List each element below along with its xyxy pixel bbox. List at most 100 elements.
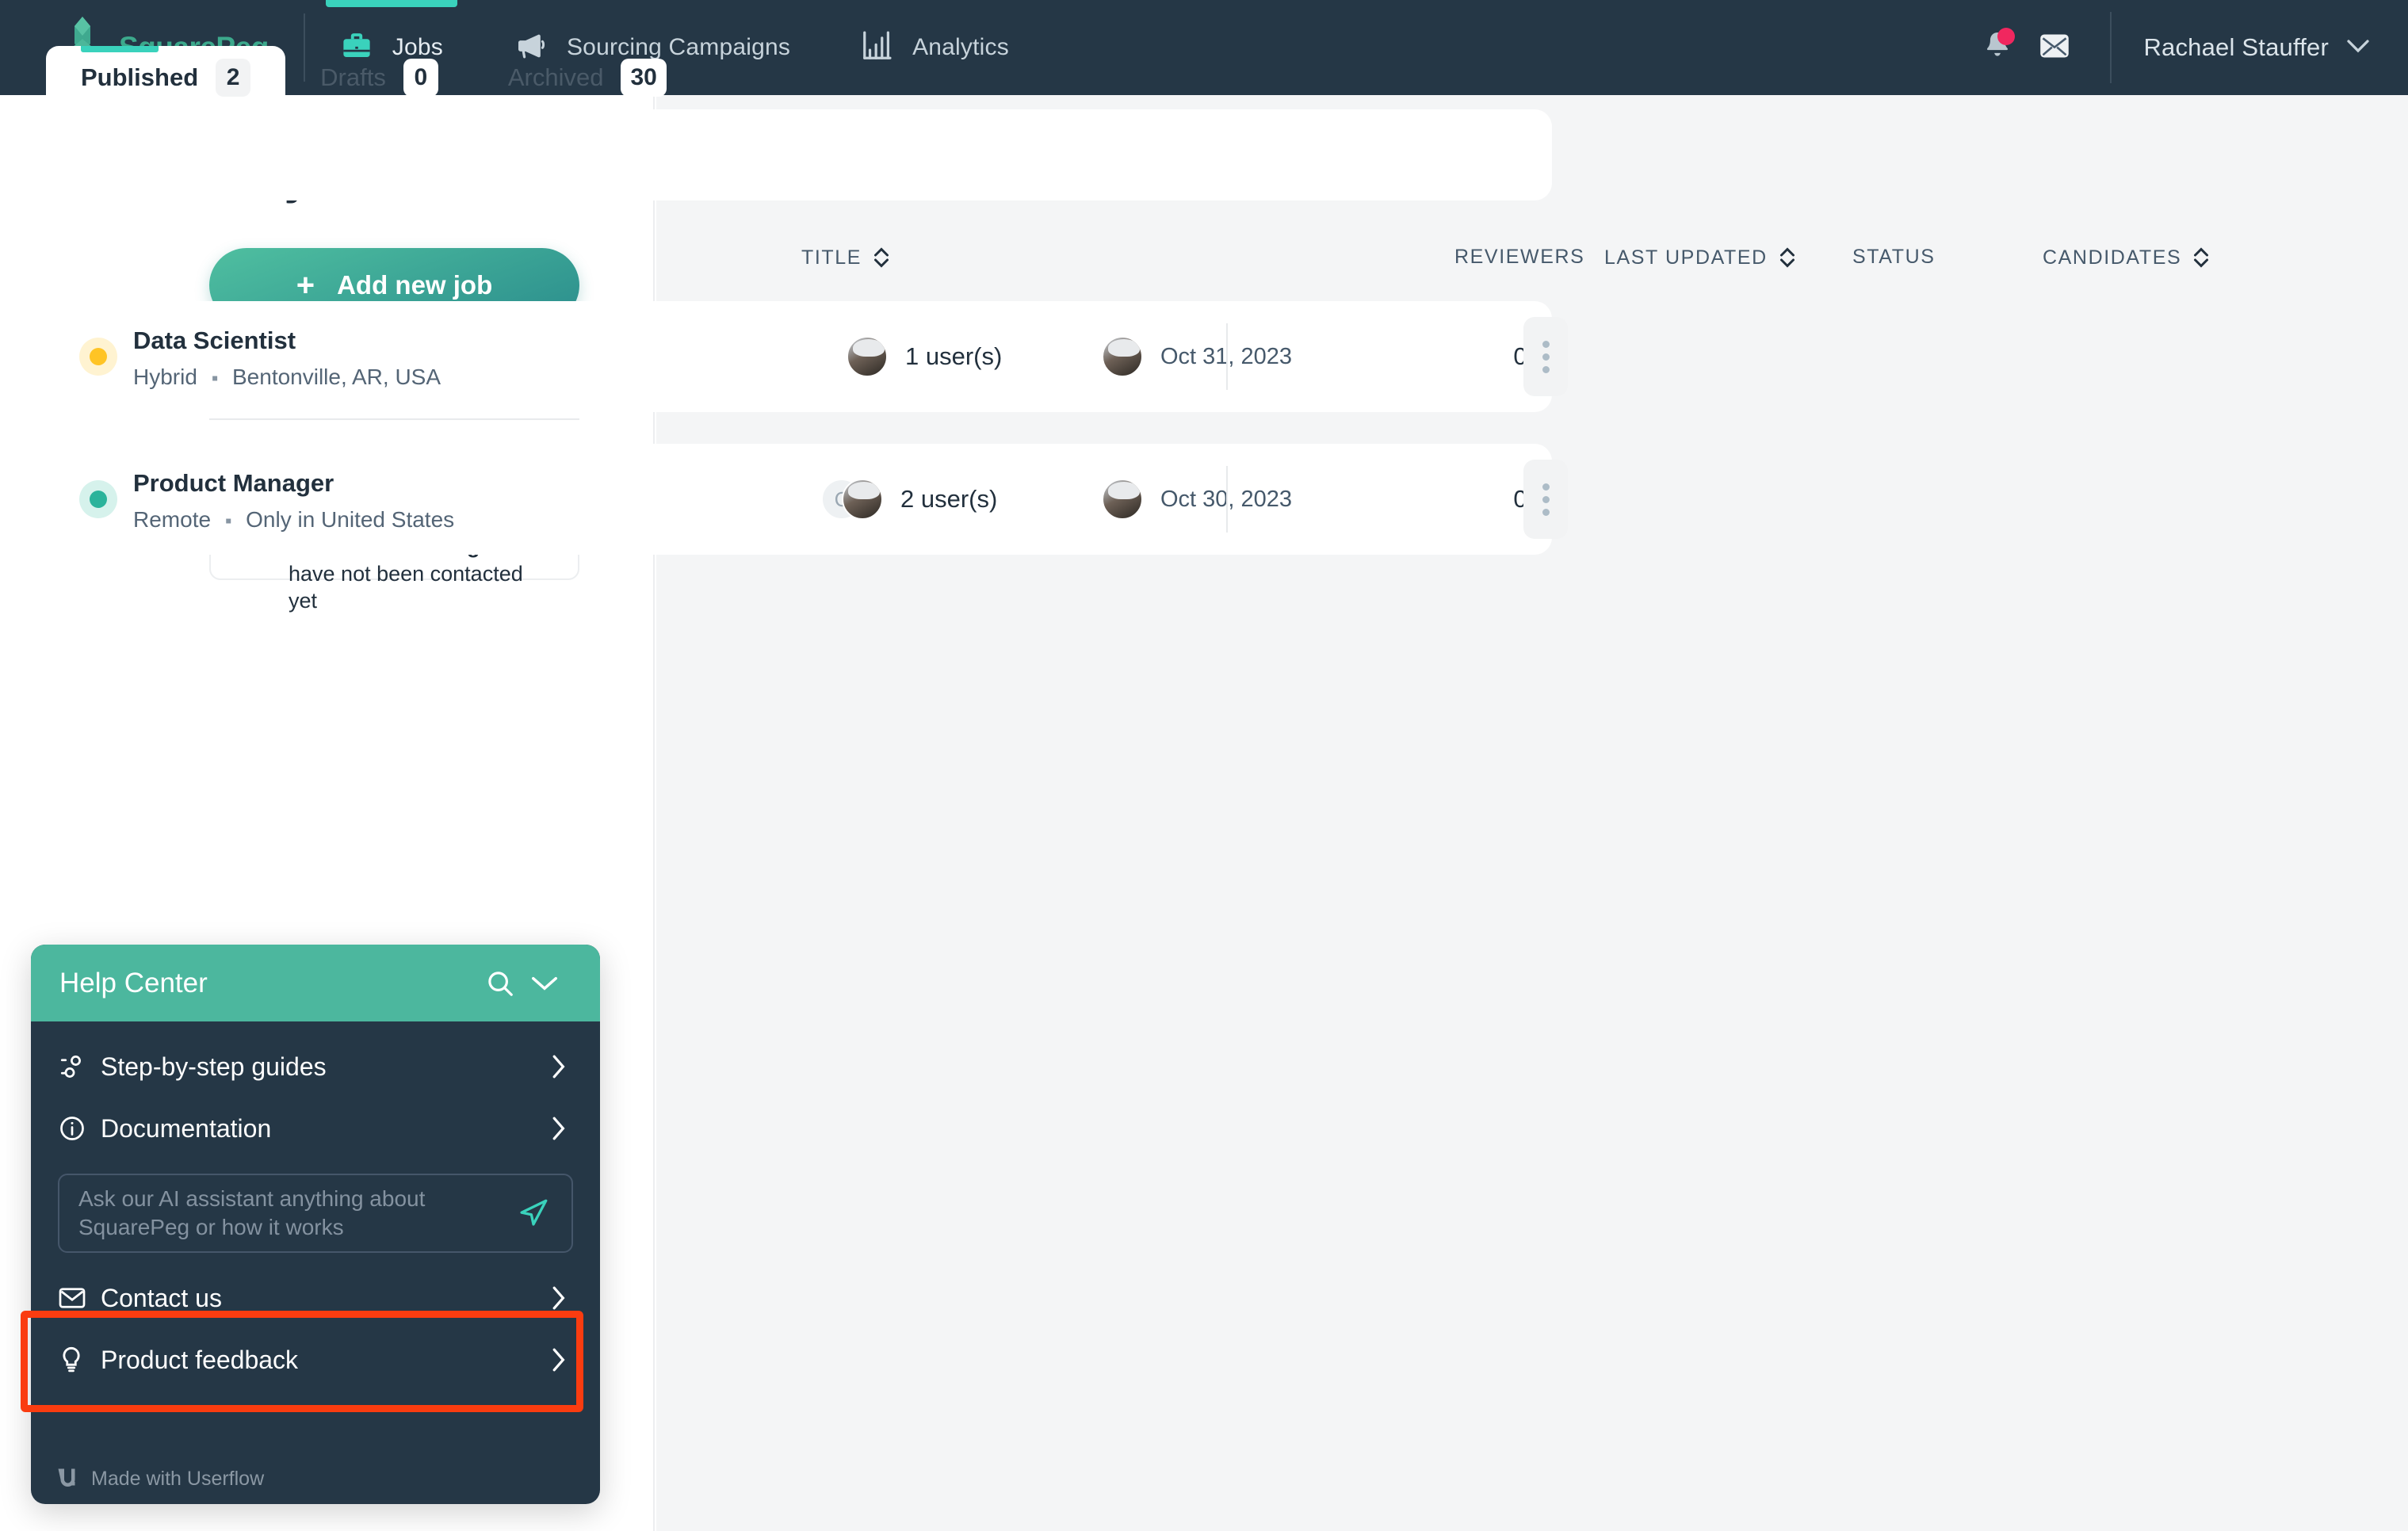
nav-right-group: Rachael Stauffer bbox=[1969, 0, 2408, 95]
table-row[interactable]: Data Scientist Hybrid ▪ Bentonville, AR,… bbox=[46, 301, 1568, 412]
chevron-down-icon[interactable] bbox=[522, 961, 567, 1006]
job-title: Product Manager bbox=[133, 469, 334, 497]
tab-archived[interactable]: Archived 30 bbox=[473, 46, 701, 109]
userflow-logo-icon bbox=[55, 1465, 78, 1493]
separator-dot: ▪ bbox=[224, 510, 232, 532]
column-header-reviewers: REVIEWERS bbox=[1454, 246, 1584, 269]
help-center-item-label: Documentation bbox=[101, 1113, 272, 1143]
more-vertical-icon[interactable] bbox=[1523, 317, 1568, 396]
tab-count-badge: 0 bbox=[403, 59, 438, 97]
column-header-label: STATUS bbox=[1852, 246, 1936, 268]
column-header-label: CANDIDATES bbox=[2043, 246, 2182, 269]
tab-label: Drafts bbox=[320, 63, 386, 91]
chevron-right-icon bbox=[546, 1285, 570, 1311]
tab-label: Archived bbox=[507, 63, 604, 91]
column-header-label: REVIEWERS bbox=[1454, 246, 1585, 268]
job-location: Bentonville, AR, USA bbox=[232, 365, 441, 389]
job-subtitle: Remote ▪ Only in United States bbox=[133, 507, 454, 533]
info-circle-icon bbox=[58, 1114, 96, 1143]
job-status-indicator bbox=[79, 338, 117, 376]
reviewers-cell: 1 user(s) bbox=[847, 336, 1002, 377]
chevron-right-icon bbox=[546, 1116, 570, 1141]
table-header-card bbox=[46, 109, 1552, 200]
help-center-footer: Made with Userflow bbox=[31, 1453, 600, 1504]
job-work-mode: Hybrid bbox=[133, 365, 197, 389]
tab-label: Published bbox=[81, 63, 199, 91]
help-center-body: Step-by-step guides Documentation Ask ou… bbox=[31, 1021, 600, 1391]
ai-assistant-placeholder: Ask our AI assistant anything about Squa… bbox=[78, 1186, 426, 1239]
required-action-suffix: have not been contacted yet bbox=[289, 561, 523, 613]
more-vertical-icon[interactable] bbox=[1523, 460, 1568, 539]
user-name: Rachael Stauffer bbox=[2143, 33, 2329, 61]
chevron-right-icon bbox=[546, 1054, 570, 1079]
avatar bbox=[1102, 479, 1143, 520]
envelope-icon bbox=[2038, 32, 2071, 64]
status-dot bbox=[90, 348, 107, 365]
help-center-item-contact-us[interactable]: Contact us bbox=[31, 1267, 600, 1329]
reviewers-count: 1 user(s) bbox=[905, 342, 1003, 370]
job-title: Data Scientist bbox=[133, 326, 296, 354]
send-paper-plane-icon[interactable] bbox=[513, 1197, 554, 1230]
chevron-down-icon bbox=[2346, 39, 2370, 57]
ai-assistant-input[interactable]: Ask our AI assistant anything about Squa… bbox=[58, 1174, 573, 1253]
plus-icon: + bbox=[296, 268, 315, 303]
help-center-header: Help Center bbox=[31, 945, 600, 1021]
sort-updown-icon bbox=[1779, 246, 1796, 269]
required-actions-divider bbox=[209, 418, 579, 420]
add-new-job-label: Add new job bbox=[337, 270, 493, 300]
column-header-candidates[interactable]: CANDIDATES bbox=[2043, 246, 2210, 269]
cell-divider bbox=[1226, 323, 1228, 390]
tab-drafts[interactable]: Drafts 0 bbox=[285, 46, 473, 109]
tab-count-badge: 2 bbox=[216, 59, 251, 97]
help-center-item-step-by-step-guides[interactable]: Step-by-step guides bbox=[31, 1036, 600, 1098]
nav-right-divider bbox=[2110, 12, 2112, 83]
column-header-status: STATUS bbox=[1852, 246, 1936, 269]
last-updated-cell: Oct 30, 2023 bbox=[1102, 479, 1292, 520]
job-location: Only in United States bbox=[246, 507, 455, 532]
job-subtitle: Hybrid ▪ Bentonville, AR, USA bbox=[133, 365, 441, 390]
column-header-title[interactable]: TITLE bbox=[801, 246, 890, 269]
sort-updown-icon bbox=[873, 246, 890, 269]
last-updated-cell: Oct 31, 2023 bbox=[1102, 336, 1292, 377]
nav-item-label: Analytics bbox=[912, 34, 1009, 60]
column-header-label: TITLE bbox=[801, 246, 862, 269]
help-center-item-documentation[interactable]: Documentation bbox=[31, 1098, 600, 1159]
help-center-widget: Help Center Step-by-step guides Document… bbox=[31, 945, 600, 1504]
table-row[interactable]: Product Manager Remote ▪ Only in United … bbox=[46, 444, 1568, 555]
jobs-tabs: Published 2 Drafts 0 Archived 30 bbox=[46, 46, 701, 109]
chevron-right-icon bbox=[546, 1347, 570, 1373]
avatar-stack: C bbox=[821, 479, 883, 520]
app-root: SquarePeg Jobs bbox=[0, 0, 2408, 1531]
notifications-button[interactable] bbox=[1969, 19, 2026, 76]
lightbulb-icon bbox=[58, 1345, 96, 1375]
cell-divider bbox=[1226, 466, 1228, 533]
status-dot bbox=[90, 491, 107, 508]
bar-chart-icon bbox=[860, 29, 893, 67]
tab-count-badge: 30 bbox=[621, 59, 667, 97]
user-menu[interactable]: Rachael Stauffer bbox=[2143, 33, 2370, 62]
nav-item-analytics[interactable]: Analytics bbox=[825, 0, 1044, 95]
search-icon[interactable] bbox=[478, 961, 522, 1006]
reviewers-cell: C 2 user(s) bbox=[821, 479, 997, 520]
guides-icon bbox=[58, 1052, 96, 1081]
avatar bbox=[847, 336, 888, 377]
avatar-stack bbox=[847, 336, 888, 377]
column-header-label: LAST UPDATED bbox=[1604, 246, 1768, 269]
tab-published[interactable]: Published 2 bbox=[46, 46, 286, 109]
help-center-item-label: Step-by-step guides bbox=[101, 1052, 327, 1081]
job-work-mode: Remote bbox=[133, 507, 212, 532]
help-center-title: Help Center bbox=[59, 967, 208, 998]
sort-updown-icon bbox=[2192, 246, 2210, 269]
help-center-footer-label: Made with Userflow bbox=[91, 1467, 265, 1490]
avatar bbox=[842, 479, 883, 520]
separator-dot: ▪ bbox=[211, 368, 219, 389]
help-center-item-label: Contact us bbox=[101, 1283, 222, 1312]
messages-button[interactable] bbox=[2026, 19, 2083, 76]
job-status-indicator bbox=[79, 480, 117, 518]
help-center-item-product-feedback[interactable]: Product feedback bbox=[31, 1329, 600, 1391]
avatar bbox=[1102, 336, 1143, 377]
reviewers-count: 2 user(s) bbox=[900, 485, 998, 513]
envelope-icon bbox=[58, 1286, 96, 1310]
help-center-item-label: Product feedback bbox=[101, 1345, 299, 1374]
column-header-last-updated[interactable]: LAST UPDATED bbox=[1604, 246, 1796, 269]
